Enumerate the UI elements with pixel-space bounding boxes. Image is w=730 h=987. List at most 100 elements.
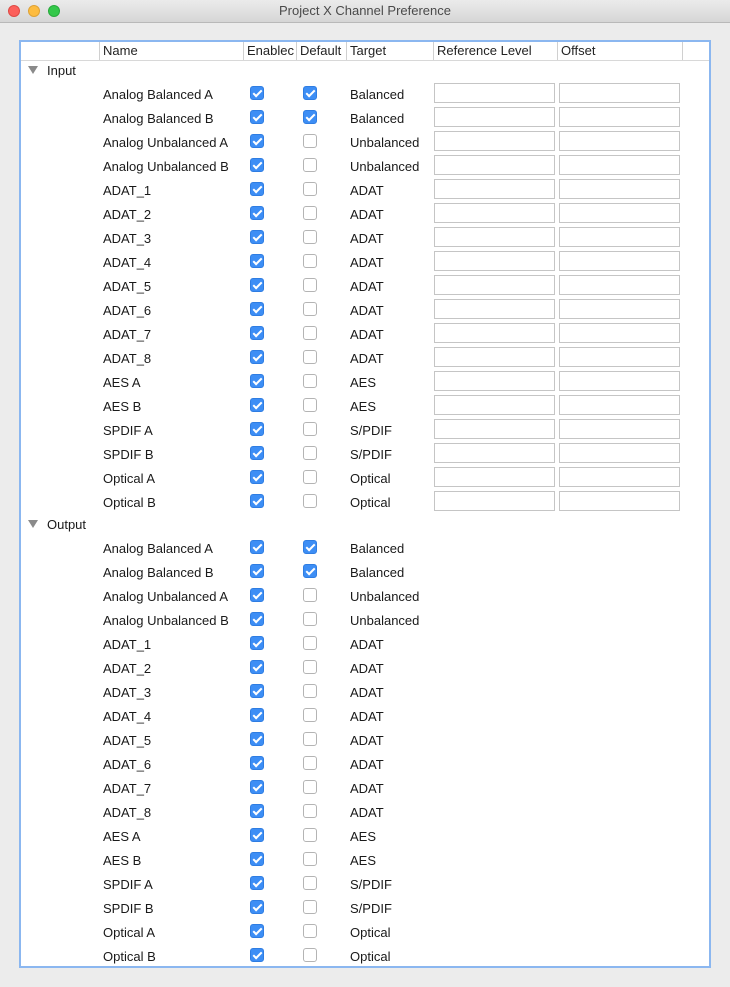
- offset-field[interactable]: [559, 107, 680, 127]
- reference-level-field[interactable]: [434, 323, 555, 343]
- enabled-checkbox[interactable]: [250, 278, 264, 292]
- enabled-checkbox[interactable]: [250, 564, 264, 578]
- default-checkbox[interactable]: [303, 684, 317, 698]
- reference-level-field[interactable]: [434, 227, 555, 247]
- disclosure-triangle-icon[interactable]: [28, 520, 38, 528]
- default-checkbox[interactable]: [303, 708, 317, 722]
- enabled-checkbox[interactable]: [250, 852, 264, 866]
- enabled-checkbox[interactable]: [250, 756, 264, 770]
- channel-row[interactable]: ADAT_7 ADAT: [21, 322, 709, 346]
- channel-row[interactable]: AES B AES: [21, 848, 709, 872]
- enabled-checkbox[interactable]: [250, 828, 264, 842]
- enabled-checkbox[interactable]: [250, 182, 264, 196]
- default-checkbox[interactable]: [303, 254, 317, 268]
- reference-level-field[interactable]: [434, 251, 555, 271]
- channel-row[interactable]: ADAT_4 ADAT: [21, 250, 709, 274]
- reference-level-field[interactable]: [434, 203, 555, 223]
- default-checkbox[interactable]: [303, 540, 317, 554]
- offset-field[interactable]: [559, 467, 680, 487]
- default-checkbox[interactable]: [303, 206, 317, 220]
- enabled-checkbox[interactable]: [250, 398, 264, 412]
- enabled-checkbox[interactable]: [250, 876, 264, 890]
- channel-row[interactable]: ADAT_3 ADAT: [21, 226, 709, 250]
- channel-row[interactable]: ADAT_4 ADAT: [21, 704, 709, 728]
- channel-row[interactable]: SPDIF B S/PDIF: [21, 896, 709, 920]
- reference-level-field[interactable]: [434, 491, 555, 511]
- enabled-checkbox[interactable]: [250, 900, 264, 914]
- enabled-checkbox[interactable]: [250, 470, 264, 484]
- default-checkbox[interactable]: [303, 924, 317, 938]
- enabled-checkbox[interactable]: [250, 684, 264, 698]
- channel-row[interactable]: AES A AES: [21, 370, 709, 394]
- enabled-checkbox[interactable]: [250, 804, 264, 818]
- reference-level-field[interactable]: [434, 371, 555, 391]
- default-checkbox[interactable]: [303, 350, 317, 364]
- offset-field[interactable]: [559, 83, 680, 103]
- offset-field[interactable]: [559, 395, 680, 415]
- default-checkbox[interactable]: [303, 446, 317, 460]
- default-checkbox[interactable]: [303, 828, 317, 842]
- offset-field[interactable]: [559, 443, 680, 463]
- channel-row[interactable]: ADAT_1 ADAT: [21, 632, 709, 656]
- channel-row[interactable]: ADAT_7 ADAT: [21, 776, 709, 800]
- default-checkbox[interactable]: [303, 134, 317, 148]
- enabled-checkbox[interactable]: [250, 230, 264, 244]
- enabled-checkbox[interactable]: [250, 302, 264, 316]
- offset-field[interactable]: [559, 419, 680, 439]
- enabled-checkbox[interactable]: [250, 708, 264, 722]
- channel-row[interactable]: Analog Balanced B Balanced: [21, 106, 709, 130]
- enabled-checkbox[interactable]: [250, 110, 264, 124]
- offset-field[interactable]: [559, 347, 680, 367]
- enabled-checkbox[interactable]: [250, 948, 264, 962]
- offset-field[interactable]: [559, 275, 680, 295]
- channel-row[interactable]: Analog Unbalanced B Unbalanced: [21, 608, 709, 632]
- channel-row[interactable]: Optical A Optical: [21, 920, 709, 944]
- column-header-reference-level[interactable]: Reference Level: [433, 42, 557, 60]
- column-header-name[interactable]: Name: [99, 42, 243, 60]
- offset-field[interactable]: [559, 371, 680, 391]
- disclosure-triangle-icon[interactable]: [28, 66, 38, 74]
- channel-row[interactable]: SPDIF B S/PDIF: [21, 442, 709, 466]
- default-checkbox[interactable]: [303, 900, 317, 914]
- channel-row[interactable]: Analog Balanced A Balanced: [21, 536, 709, 560]
- enabled-checkbox[interactable]: [250, 350, 264, 364]
- default-checkbox[interactable]: [303, 612, 317, 626]
- default-checkbox[interactable]: [303, 326, 317, 340]
- enabled-checkbox[interactable]: [250, 612, 264, 626]
- enabled-checkbox[interactable]: [250, 374, 264, 388]
- offset-field[interactable]: [559, 131, 680, 151]
- channel-row[interactable]: ADAT_1 ADAT: [21, 178, 709, 202]
- channel-row[interactable]: SPDIF A S/PDIF: [21, 872, 709, 896]
- enabled-checkbox[interactable]: [250, 924, 264, 938]
- enabled-checkbox[interactable]: [250, 540, 264, 554]
- default-checkbox[interactable]: [303, 588, 317, 602]
- offset-field[interactable]: [559, 323, 680, 343]
- reference-level-field[interactable]: [434, 299, 555, 319]
- enabled-checkbox[interactable]: [250, 732, 264, 746]
- channel-row[interactable]: ADAT_3 ADAT: [21, 680, 709, 704]
- default-checkbox[interactable]: [303, 158, 317, 172]
- channel-row[interactable]: ADAT_5 ADAT: [21, 728, 709, 752]
- reference-level-field[interactable]: [434, 419, 555, 439]
- enabled-checkbox[interactable]: [250, 326, 264, 340]
- channel-row[interactable]: ADAT_8 ADAT: [21, 346, 709, 370]
- default-checkbox[interactable]: [303, 182, 317, 196]
- default-checkbox[interactable]: [303, 564, 317, 578]
- offset-field[interactable]: [559, 155, 680, 175]
- reference-level-field[interactable]: [434, 83, 555, 103]
- reference-level-field[interactable]: [434, 275, 555, 295]
- channel-row[interactable]: ADAT_6 ADAT: [21, 298, 709, 322]
- default-checkbox[interactable]: [303, 422, 317, 436]
- reference-level-field[interactable]: [434, 347, 555, 367]
- enabled-checkbox[interactable]: [250, 494, 264, 508]
- default-checkbox[interactable]: [303, 756, 317, 770]
- offset-field[interactable]: [559, 491, 680, 511]
- column-header-default[interactable]: Default: [296, 42, 346, 60]
- reference-level-field[interactable]: [434, 155, 555, 175]
- default-checkbox[interactable]: [303, 494, 317, 508]
- channel-row[interactable]: AES A AES: [21, 824, 709, 848]
- channel-row[interactable]: Optical B Optical: [21, 490, 709, 514]
- channel-row[interactable]: AES B AES: [21, 394, 709, 418]
- enabled-checkbox[interactable]: [250, 86, 264, 100]
- channel-row[interactable]: Optical A Optical: [21, 466, 709, 490]
